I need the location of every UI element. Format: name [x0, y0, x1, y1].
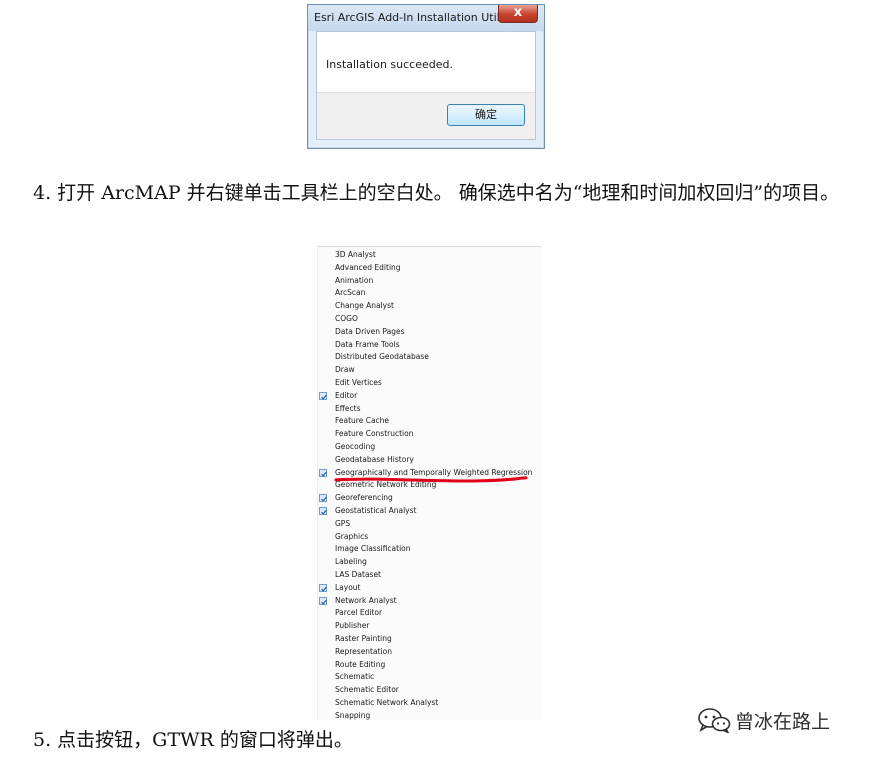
menu-item[interactable]: LAS Dataset — [318, 569, 542, 582]
menu-item[interactable]: Advanced Editing — [318, 262, 542, 275]
menu-item[interactable]: Geographically and Temporally Weighted R… — [318, 467, 542, 480]
menu-item-label: Feature Construction — [335, 429, 414, 439]
menu-item-label: Image Classification — [335, 544, 411, 554]
menu-item-label: Feature Cache — [335, 416, 390, 426]
menu-item[interactable]: Feature Cache — [318, 415, 542, 428]
ok-button[interactable]: 确定 — [447, 104, 525, 126]
menu-item[interactable]: Schematic Editor — [318, 684, 542, 697]
menu-item-label: Geographically and Temporally Weighted R… — [335, 467, 533, 477]
menu-item-label: COGO — [335, 314, 358, 323]
menu-item[interactable]: Graphics — [318, 531, 542, 544]
menu-item-label: Route Editing — [335, 659, 386, 669]
menu-item[interactable]: Geostatistical Analyst — [318, 505, 542, 518]
menu-item-label: Distributed Geodatabase — [335, 352, 429, 362]
toolbar-menu: 3D Analyst Advanced Editing Animation ArcSc… — [317, 246, 542, 720]
menu-item-label: Schematic — [335, 672, 375, 682]
step-4-text: 4. 打开 ArcMAP 并右键单击工具栏上的空白处。 确保选中名为“地理和时间… — [33, 182, 840, 204]
dialog-titlebar: Esri ArcGIS Add-In Installation Util... … — [308, 5, 544, 31]
menu-item-label: Georeferencing — [335, 493, 393, 503]
menu-item-label: Advanced Editing — [335, 262, 401, 272]
menu-item[interactable]: Geometric Network Editing — [318, 479, 542, 492]
menu-item[interactable]: Distributed Geodatabase — [318, 351, 542, 364]
menu-item-label: Animation — [335, 275, 374, 285]
menu-item-label: GPS — [335, 518, 351, 528]
menu-item[interactable]: Change Analyst — [318, 300, 542, 313]
menu-item[interactable]: Route Editing — [318, 659, 542, 672]
menu-item[interactable]: Draw — [318, 364, 542, 377]
watermark-text: 曾冰在路上 — [735, 711, 831, 733]
checkmark-icon — [319, 391, 327, 400]
checkmark-icon — [319, 494, 327, 503]
wechat-icon — [698, 708, 731, 733]
menu-item[interactable]: Representation — [318, 646, 542, 659]
menu-item[interactable]: Parcel Editor — [318, 607, 542, 620]
menu-item[interactable]: Publisher — [318, 620, 542, 633]
dialog-title: Esri ArcGIS Add-In Installation Util... — [314, 11, 511, 24]
menu-item[interactable]: Animation — [318, 275, 542, 288]
menu-item-label: Schematic Editor — [335, 685, 399, 695]
menu-item[interactable]: Image Classification — [318, 543, 542, 556]
menu-item-label: Schematic Network Analyst — [335, 698, 439, 707]
step-5-text: 5. 点击按钮，GTWR 的窗口将弹出。 — [33, 729, 353, 751]
menu-item[interactable]: Snapping — [318, 710, 542, 720]
menu-item[interactable]: Data Driven Pages — [318, 326, 542, 339]
menu-item[interactable]: Geocoding — [318, 441, 542, 454]
dialog-message: Installation succeeded. — [326, 58, 453, 71]
menu-item-label: Effects — [335, 403, 361, 413]
menu-item-label: LAS Dataset — [335, 570, 381, 579]
menu-item-label: Labeling — [335, 557, 367, 567]
dialog-footer: 确定 — [317, 92, 535, 139]
menu-item[interactable]: Georeferencing — [318, 492, 542, 505]
menu-item-label: Layout — [335, 582, 361, 592]
menu-item[interactable]: Schematic — [318, 671, 542, 684]
menu-item[interactable]: Labeling — [318, 556, 542, 569]
menu-item[interactable]: Effects — [318, 403, 542, 416]
menu-item-label: Geocoding — [335, 442, 376, 451]
menu-item[interactable]: Layout — [318, 582, 542, 595]
menu-item[interactable]: Schematic Network Analyst — [318, 697, 542, 710]
watermark: 曾冰在路上 — [697, 705, 857, 735]
menu-item-label: 3D Analyst — [335, 250, 376, 259]
menu-item-label: Editor — [335, 390, 358, 400]
menu-item[interactable]: Network Analyst — [318, 595, 542, 608]
close-button[interactable]: x — [498, 5, 538, 23]
menu-item[interactable]: GPS — [318, 518, 542, 531]
menu-item-label: Change Analyst — [335, 301, 394, 311]
menu-item[interactable]: Feature Construction — [318, 428, 542, 441]
menu-item[interactable]: Raster Painting — [318, 633, 542, 646]
menu-item-label: Data Driven Pages — [335, 326, 405, 336]
menu-item-label: Data Frame Tools — [335, 339, 400, 349]
menu-item[interactable]: Data Frame Tools — [318, 339, 542, 352]
menu-item-label: Snapping — [335, 710, 371, 720]
menu-item-label: Draw — [335, 365, 355, 375]
menu-item-label: Network Analyst — [335, 595, 397, 605]
menu-item-label: Parcel Editor — [335, 608, 383, 618]
checkmark-icon — [319, 596, 327, 605]
installation-dialog: Esri ArcGIS Add-In Installation Util... … — [307, 4, 545, 149]
menu-item[interactable]: Edit Vertices — [318, 377, 542, 390]
menu-item[interactable]: 3D Analyst — [318, 249, 542, 262]
menu-item[interactable]: ArcScan — [318, 287, 542, 300]
menu-item[interactable]: Editor — [318, 390, 542, 403]
menu-item-label: Edit Vertices — [335, 378, 382, 387]
dialog-body: Installation succeeded. 确定 — [316, 31, 536, 140]
menu-item-label: Raster Painting — [335, 634, 392, 643]
menu-item[interactable]: COGO — [318, 313, 542, 326]
menu-item-label: Geodatabase History — [335, 454, 414, 464]
checkmark-icon — [319, 583, 327, 592]
menu-item-label: Geometric Network Editing — [335, 480, 437, 490]
menu-item-label: Representation — [335, 646, 392, 656]
close-icon: x — [513, 5, 523, 20]
menu-item-label: Publisher — [335, 621, 370, 631]
menu-item-label: Geostatistical Analyst — [335, 506, 417, 515]
menu-item-label: ArcScan — [335, 288, 366, 298]
menu-item[interactable]: Geodatabase History — [318, 454, 542, 467]
checkmark-icon — [319, 468, 327, 477]
menu-item-label: Graphics — [335, 531, 369, 541]
checkmark-icon — [319, 507, 327, 515]
